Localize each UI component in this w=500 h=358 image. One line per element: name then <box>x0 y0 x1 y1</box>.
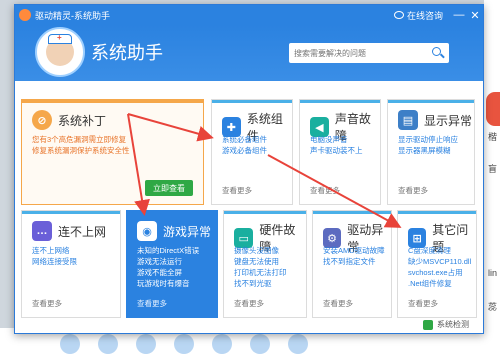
background-text: lin <box>488 268 498 278</box>
view-more-link[interactable]: 查看更多 <box>137 298 167 309</box>
card-lines: 系统必备组件 游戏必备组件 <box>222 134 267 156</box>
document-icon: ▤ <box>398 110 418 130</box>
card-lines: 显示驱动停止响应 显示器黑屏模糊 <box>398 134 458 156</box>
app-icon <box>19 9 31 21</box>
view-more-link[interactable]: 查看更多 <box>32 298 62 309</box>
background-text: 蕊 <box>488 302 498 312</box>
card-lines: 连不上网络 网络连接受限 <box>32 245 77 267</box>
card-line[interactable]: 连不上网络 <box>32 245 77 256</box>
chat-bubble-icon: … <box>32 221 52 241</box>
page-title: 系统助手 <box>91 43 163 63</box>
card-display-issue[interactable]: ▤ 显示异常 显示驱动停止响应 显示器黑屏模糊 查看更多 <box>387 99 475 205</box>
card-lines: 安装AMD驱动故障 找不到指定文件 <box>323 245 385 267</box>
card-system-components[interactable]: ✚ 系统组件 系统必备组件 游戏必备组件 查看更多 <box>211 99 293 205</box>
card-line[interactable]: 摄像头没图像 <box>234 245 287 256</box>
system-assistant-window: 驱动精灵-系统助手 在线咨询 — ✕ + 系统助手 ⊘ 系统补丁 <box>14 4 484 334</box>
card-lines: 您有3个高危漏洞需立即修复 修复系统漏洞保护系统安全性 <box>32 134 130 156</box>
system-detect-label: 系统检测 <box>437 320 469 329</box>
card-line[interactable]: 游戏必备组件 <box>222 145 267 156</box>
doctor-avatar-logo: + <box>35 27 85 77</box>
shield-check-icon <box>423 319 433 330</box>
chat-icon <box>393 11 404 19</box>
background-app-icon <box>136 334 156 354</box>
card-line[interactable]: 键盘无法使用 <box>234 256 287 267</box>
card-line[interactable]: 修复系统漏洞保护系统安全性 <box>32 145 130 156</box>
view-more-link[interactable]: 查看更多 <box>398 185 428 196</box>
category-grid: ⊘ 系统补丁 您有3个高危漏洞需立即修复 修复系统漏洞保护系统安全性 立即查看 … <box>15 82 483 333</box>
card-hardware-issue[interactable]: ▭ 硬件故障 摄像头没图像 键盘无法使用 打印机无法打印 找不到光驱 查看更多 <box>223 210 307 318</box>
close-button[interactable]: ✕ <box>467 9 483 22</box>
background-app-icon <box>174 334 194 354</box>
view-now-button[interactable]: 立即查看 <box>145 180 193 196</box>
card-line[interactable]: 缺少MSVCP110.dll <box>408 256 471 267</box>
background-app-icon <box>60 334 80 354</box>
view-more-link[interactable]: 查看更多 <box>323 298 353 309</box>
title-bar: 驱动精灵-系统助手 在线咨询 — ✕ <box>15 5 483 25</box>
card-title: 系统补丁 <box>58 113 107 128</box>
card-line[interactable]: 找不到光驱 <box>234 278 287 289</box>
system-detect-link[interactable]: 系统检测 <box>423 319 469 330</box>
header-banner: + 系统助手 <box>15 25 483 81</box>
card-system-patch[interactable]: ⊘ 系统补丁 您有3个高危漏洞需立即修复 修复系统漏洞保护系统安全性 立即查看 <box>21 99 204 205</box>
gamepad-icon: ◉ <box>137 221 157 241</box>
card-line[interactable]: 未知的DirectX错误 <box>137 245 199 256</box>
card-title: 游戏异常 <box>163 224 212 239</box>
background-avatar <box>486 92 500 126</box>
card-line[interactable]: 打印机无法打印 <box>234 267 287 278</box>
card-line[interactable]: svchost.exe占用 <box>408 267 471 278</box>
card-game-issue[interactable]: ◉ 游戏异常 未知的DirectX错误 游戏无法运行 游戏不能全屏 玩游戏时有爆… <box>126 210 218 318</box>
card-title: 显示异常 <box>424 113 473 128</box>
card-line[interactable]: 网络连接受限 <box>32 256 77 267</box>
card-line[interactable]: 系统必备组件 <box>222 134 267 145</box>
search-box <box>289 43 449 63</box>
card-lines: C盘深度清理 缺少MSVCP110.dll svchost.exe占用 .Net… <box>408 245 471 289</box>
card-lines: 电脑没声音 声卡驱动装不上 <box>310 134 363 156</box>
background-app-icon <box>212 334 232 354</box>
card-lines: 摄像头没图像 键盘无法使用 打印机无法打印 找不到光驱 <box>234 245 287 289</box>
card-line[interactable]: 显示器黑屏模糊 <box>398 145 458 156</box>
card-line[interactable]: C盘深度清理 <box>408 245 471 256</box>
card-line[interactable]: .Net组件修复 <box>408 278 471 289</box>
card-sound-issue[interactable]: ◀ 声音故障 电脑没声音 声卡驱动装不上 查看更多 <box>299 99 381 205</box>
online-help-label: 在线咨询 <box>406 10 443 21</box>
card-other-issues[interactable]: ⊞ 其它问题 C盘深度清理 缺少MSVCP110.dll svchost.exe… <box>397 210 477 318</box>
card-title: 连不上网 <box>58 224 107 239</box>
card-network-issue[interactable]: … 连不上网 连不上网络 网络连接受限 查看更多 <box>21 210 121 318</box>
background-text: 盲 1 <box>488 164 500 174</box>
search-input[interactable] <box>289 48 430 58</box>
patch-icon: ⊘ <box>32 110 52 130</box>
view-more-link[interactable]: 查看更多 <box>222 185 252 196</box>
card-line[interactable]: 电脑没声音 <box>310 134 363 145</box>
card-line[interactable]: 游戏不能全屏 <box>137 267 199 278</box>
background-app-icon <box>288 334 308 354</box>
card-line[interactable]: 找不到指定文件 <box>323 256 385 267</box>
background-app-icon <box>250 334 270 354</box>
card-line[interactable]: 安装AMD驱动故障 <box>323 245 385 256</box>
view-more-link[interactable]: 查看更多 <box>310 185 340 196</box>
card-lines: 未知的DirectX错误 游戏无法运行 游戏不能全屏 玩游戏时有爆音 <box>137 245 199 289</box>
card-line[interactable]: 声卡驱动装不上 <box>310 145 363 156</box>
online-help-link[interactable]: 在线咨询 <box>393 9 443 22</box>
view-more-link[interactable]: 查看更多 <box>234 298 264 309</box>
minimize-button[interactable]: — <box>451 9 467 21</box>
background-text: 楷 <box>488 132 498 142</box>
background-app-icon <box>98 334 118 354</box>
card-line[interactable]: 游戏无法运行 <box>137 256 199 267</box>
card-line[interactable]: 显示驱动停止响应 <box>398 134 458 145</box>
background-icon-row <box>60 334 308 354</box>
card-line[interactable]: 您有3个高危漏洞需立即修复 <box>32 134 130 145</box>
window-title: 驱动精灵-系统助手 <box>35 10 110 21</box>
card-driver-issue[interactable]: ⚙ 驱动异常 安装AMD驱动故障 找不到指定文件 查看更多 <box>312 210 392 318</box>
search-icon[interactable] <box>430 45 446 61</box>
view-more-link[interactable]: 查看更多 <box>408 298 438 309</box>
card-line[interactable]: 玩游戏时有爆音 <box>137 278 199 289</box>
